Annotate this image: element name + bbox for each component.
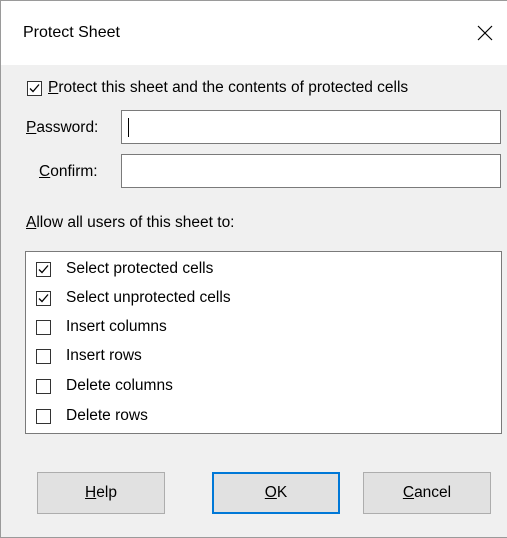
help-button[interactable]: Help xyxy=(37,472,165,514)
password-label: Password: xyxy=(26,119,99,136)
permission-label: Insert columns xyxy=(66,318,167,335)
permission-select-unprotected-cells[interactable]: Select unprotected cells xyxy=(26,283,501,313)
password-input[interactable] xyxy=(122,111,500,143)
permission-insert-columns[interactable]: Insert columns xyxy=(26,312,501,342)
permission-delete-rows[interactable]: Delete rows xyxy=(26,401,501,431)
ok-button[interactable]: OK xyxy=(212,472,340,514)
permission-checkbox[interactable] xyxy=(36,379,51,394)
protect-sheet-label[interactable]: Protect this sheet and the contents of p… xyxy=(48,78,408,98)
permission-select-protected-cells[interactable]: Select protected cells xyxy=(26,254,501,284)
permission-label: Delete columns xyxy=(66,377,173,394)
permission-checkbox[interactable] xyxy=(36,320,51,335)
permission-checkbox[interactable] xyxy=(36,409,51,424)
checkmark-icon xyxy=(38,294,49,303)
close-icon xyxy=(477,25,493,41)
cancel-button[interactable]: Cancel xyxy=(363,472,491,514)
checkmark-icon xyxy=(38,265,49,274)
protect-sheet-checkbox[interactable] xyxy=(27,81,42,96)
checkmark-icon xyxy=(29,84,40,93)
title-bar: Protect Sheet xyxy=(1,1,507,65)
permission-label: Insert rows xyxy=(66,347,142,364)
password-field[interactable] xyxy=(121,110,501,144)
permission-checkbox[interactable] xyxy=(36,349,51,364)
close-button[interactable] xyxy=(462,11,507,55)
confirm-label: Confirm: xyxy=(39,163,98,180)
permission-label: Delete rows xyxy=(66,407,148,424)
permission-label: Select unprotected cells xyxy=(66,289,231,306)
confirm-input[interactable] xyxy=(122,155,500,187)
protect-sheet-dialog: Protect Sheet Protect this sheet and the… xyxy=(0,0,507,538)
permission-checkbox[interactable] xyxy=(36,262,51,277)
text-caret xyxy=(128,118,129,137)
permission-insert-rows[interactable]: Insert rows xyxy=(26,341,501,371)
dialog-title: Protect Sheet xyxy=(23,24,120,41)
permission-checkbox[interactable] xyxy=(36,291,51,306)
permissions-list[interactable]: Select protected cells Select unprotecte… xyxy=(25,251,502,434)
permission-label: Select protected cells xyxy=(66,260,214,277)
allow-users-label: Allow all users of this sheet to: xyxy=(26,214,235,231)
confirm-field[interactable] xyxy=(121,154,501,188)
permission-delete-columns[interactable]: Delete columns xyxy=(26,371,501,401)
